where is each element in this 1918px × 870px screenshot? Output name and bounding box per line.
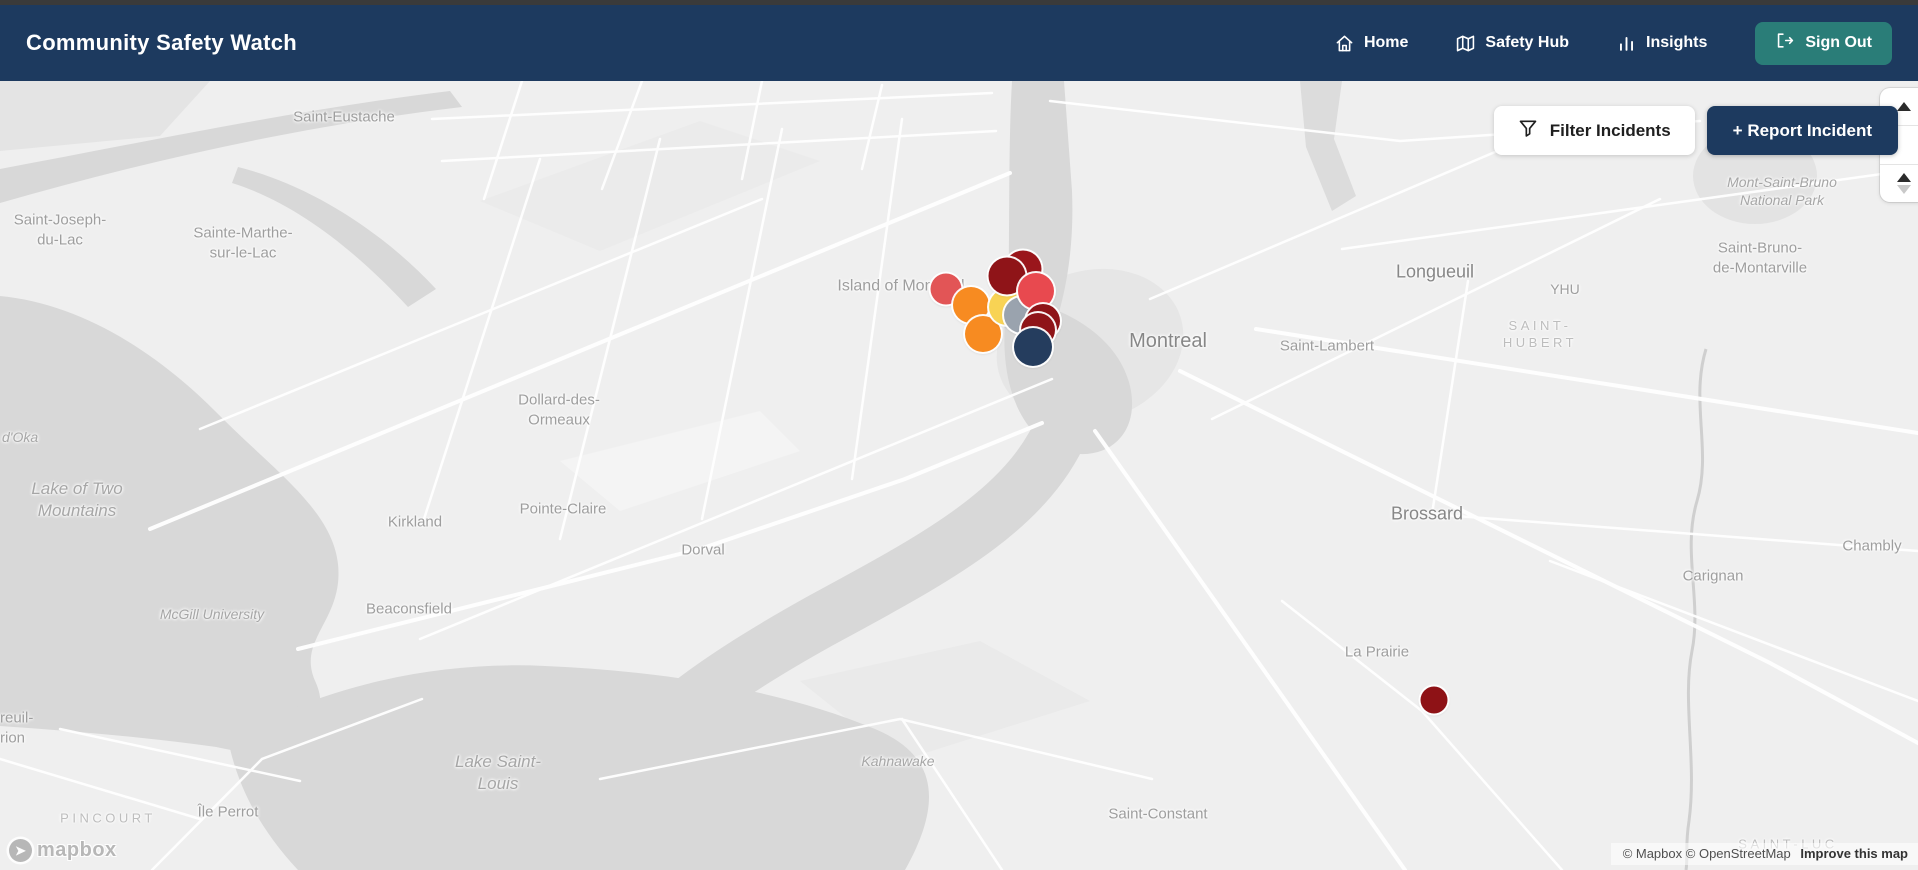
map-label: Lake of Two Mountains	[31, 478, 123, 520]
attr-mapbox: © Mapbox	[1622, 846, 1683, 861]
map-label: La Prairie	[1344, 643, 1410, 661]
filter-incidents-button[interactable]: Filter Incidents	[1493, 106, 1695, 155]
map-canvas	[0, 81, 1918, 870]
nav-label: Safety Hub	[1485, 34, 1569, 51]
zoom-stepper[interactable]	[1880, 165, 1918, 202]
incident-marker[interactable]	[1018, 273, 1054, 309]
funnel-icon	[1518, 118, 1538, 143]
step-down-icon	[1896, 184, 1911, 194]
incident-marker[interactable]	[1420, 686, 1448, 714]
app-title: Community Safety Watch	[26, 30, 298, 55]
map-label: Île Perrot	[197, 803, 259, 821]
map-attribution: © Mapbox © OpenStreetMap Improve this ma…	[1610, 843, 1918, 865]
map-label: Saint-Bruno-de-Montarville	[1712, 239, 1808, 277]
home-icon	[1335, 34, 1354, 53]
map-label: Kirkland	[387, 513, 443, 531]
map-label: McGill University	[159, 605, 265, 622]
map-label: YHU	[1550, 280, 1580, 297]
map-label: rion	[0, 729, 26, 747]
nav-label: Home	[1363, 34, 1409, 51]
map-label: Lake Saint- Louis	[455, 751, 541, 793]
map-label: d'Oka	[2, 428, 39, 445]
bar-chart-icon	[1617, 34, 1636, 53]
attr-osm: © OpenStreetMap	[1685, 846, 1791, 861]
map-label: Saint-Joseph-du-Lac	[13, 211, 107, 249]
map-label: Carignan	[1682, 567, 1744, 585]
map-label: Montreal	[1129, 330, 1207, 352]
map-label: Mont-Saint-Bruno National Park	[1727, 173, 1837, 208]
map-label: PINCOURT	[60, 810, 156, 826]
map-label: Saint-Constant	[1108, 805, 1208, 823]
map-label: Kahnawake	[861, 752, 935, 769]
map-label: Longueuil	[1395, 261, 1475, 282]
map-label: Dollard-des- Ormeaux	[518, 391, 600, 429]
map-icon	[1456, 34, 1475, 53]
map-toolbar: Filter Incidents + Report Incident	[1493, 106, 1898, 155]
map-label: Saint-Eustache	[293, 108, 395, 126]
map-label: Sainte-Marthe-sur-le-Lac	[193, 224, 293, 262]
map-label: Brossard	[1390, 503, 1464, 524]
map-label: Pointe-Claire	[519, 500, 607, 518]
main-nav: Home Safety Hub Insights Sign Out	[1335, 21, 1892, 65]
report-incident-button[interactable]: + Report Incident	[1706, 106, 1898, 155]
map-label: Chambly	[1842, 537, 1902, 555]
mapbox-logo[interactable]: ➤ mapbox	[9, 839, 117, 862]
improve-map-link[interactable]: Improve this map	[1800, 846, 1908, 861]
sign-out-icon	[1775, 31, 1794, 55]
map-label: Dorval	[681, 541, 725, 559]
mapbox-icon: ➤	[9, 839, 32, 862]
nav-label: Insights	[1646, 34, 1708, 51]
map-label: SAINT- HUBERT	[1502, 318, 1578, 350]
nav-item-insights[interactable]: Insights	[1617, 34, 1707, 53]
map-label: Beaconsfield	[366, 600, 452, 618]
app-header: Community Safety Watch Home Safety Hub I…	[0, 5, 1918, 81]
map[interactable]: Saint-Eustache Saint-Joseph-du-Lac Sainte-…	[0, 81, 1918, 870]
incident-marker[interactable]	[1014, 328, 1052, 366]
sign-out-button[interactable]: Sign Out	[1755, 21, 1892, 65]
nav-item-home[interactable]: Home	[1335, 34, 1408, 53]
nav-item-safety-hub[interactable]: Safety Hub	[1456, 34, 1569, 53]
map-label: reuil-	[0, 709, 34, 727]
map-label: Saint-Lambert	[1279, 337, 1375, 355]
step-up-icon	[1896, 172, 1911, 182]
